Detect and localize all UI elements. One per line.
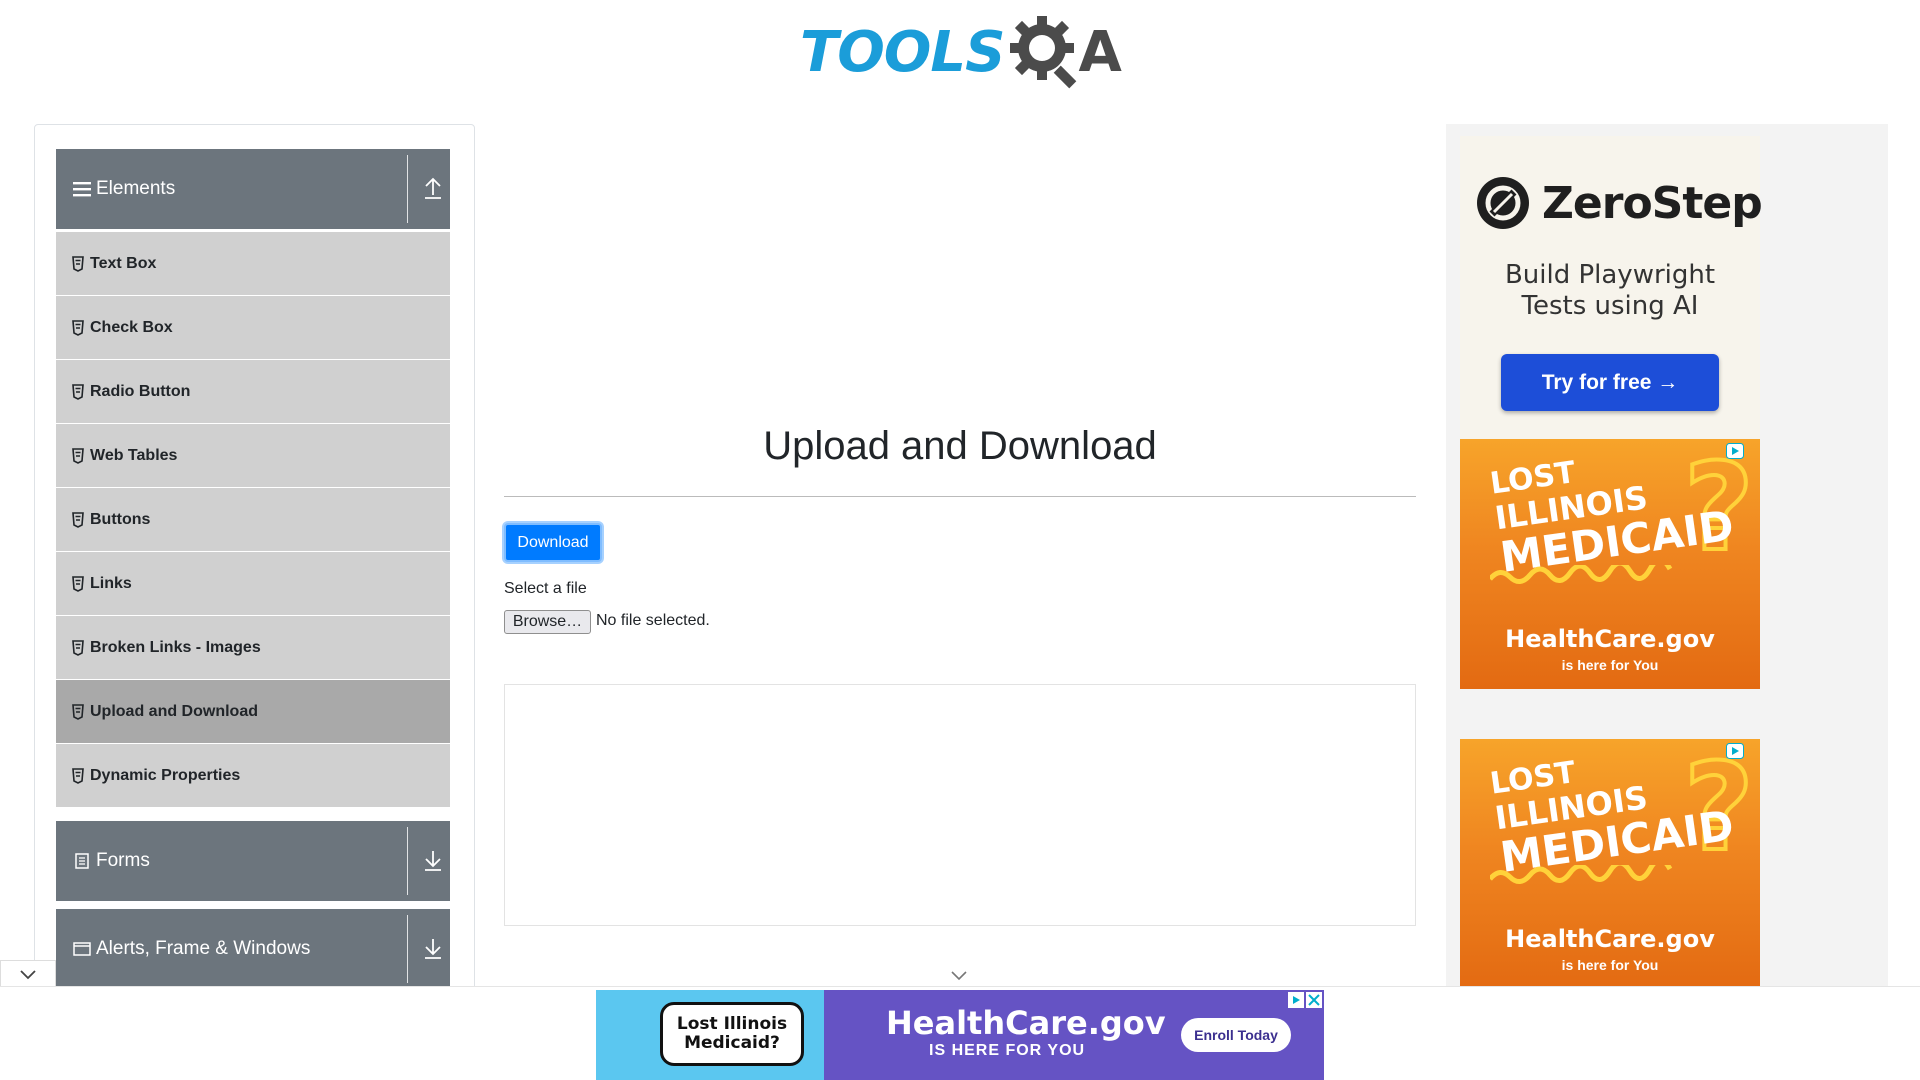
left-panel: Elements Text Box Check Box Radio Button… <box>34 124 475 1004</box>
adchoices-close-icon[interactable] <box>1288 992 1322 1008</box>
speech-bubble: Lost Illinois Medicaid? <box>660 1002 804 1066</box>
html5-icon <box>72 447 84 464</box>
enroll-today-button[interactable]: Enroll Today <box>1181 1018 1291 1052</box>
elements-menu: Text Box Check Box Radio Button Web Tabl… <box>56 231 450 807</box>
menu-item-text-box[interactable]: Text Box <box>56 231 450 295</box>
html5-icon <box>72 575 84 592</box>
divider <box>407 155 408 223</box>
healthcare-sub: is here for You <box>1561 957 1659 973</box>
title-divider <box>504 496 1416 497</box>
healthcare-brand: HealthCare.gov <box>1505 925 1715 953</box>
gear-magnifier-icon <box>1010 16 1077 89</box>
select-file-label: Select a file <box>504 580 587 597</box>
zerostep-name: ZeroStep <box>1542 178 1763 229</box>
menu-item-radio-button[interactable]: Radio Button <box>56 359 450 423</box>
menu-item-label: Text Box <box>90 254 157 272</box>
html5-icon <box>72 255 84 272</box>
html5-icon <box>72 383 84 400</box>
zerostep-logo-icon <box>1477 177 1529 229</box>
no-file-status: No file selected. <box>596 612 710 629</box>
html5-icon <box>72 319 84 336</box>
download-button[interactable]: Download <box>504 523 602 562</box>
try-for-free-button[interactable]: Try for free → <box>1501 354 1719 411</box>
html5-icon <box>72 767 84 784</box>
html5-icon <box>72 703 84 720</box>
html5-icon <box>72 511 84 528</box>
ad-placeholder <box>504 684 1416 926</box>
group-title: Forms <box>96 850 150 871</box>
tagline-line-1: Build Playwright <box>1504 260 1716 290</box>
menu-item-dynamic-properties[interactable]: Dynamic Properties <box>56 743 450 807</box>
menu-item-label: Dynamic Properties <box>90 766 241 784</box>
window-icon <box>72 939 92 959</box>
zerostep-ad[interactable]: ZeroStep Build Playwright Tests using AI… <box>1460 136 1763 439</box>
html5-icon <box>72 639 84 656</box>
divider <box>407 915 408 983</box>
menu-item-label: Check Box <box>90 318 173 336</box>
document-icon <box>72 851 92 871</box>
menu-item-label: Radio Button <box>90 382 191 400</box>
squiggle-graphic <box>1490 865 1673 884</box>
menu-item-broken-links[interactable]: Broken Links - Images <box>56 615 450 679</box>
expand-arrow-icon[interactable] <box>422 849 444 873</box>
banner-brand: HealthCare.gov <box>886 1004 1166 1042</box>
menu-item-label: Links <box>90 574 132 592</box>
menu-item-check-box[interactable]: Check Box <box>56 295 450 359</box>
divider <box>407 827 408 895</box>
medicaid-ad-1[interactable]: ? LOST ILLINOIS MEDICAID HealthCare.gov … <box>1460 439 1760 689</box>
browse-button[interactable]: Browse… <box>504 610 591 634</box>
menu-item-label: Web Tables <box>90 446 178 464</box>
menu-item-label: Broken Links - Images <box>90 638 261 656</box>
page-title: Upload and Download <box>763 424 1157 468</box>
menu-item-label: Buttons <box>90 510 151 528</box>
chevron-down-icon[interactable] <box>950 970 968 982</box>
menu-item-label: Upload and Download <box>90 702 258 720</box>
healthcare-brand: HealthCare.gov <box>1505 625 1715 653</box>
chevron-down-icon <box>20 969 36 979</box>
group-title: Elements <box>96 178 176 199</box>
expand-arrow-icon[interactable] <box>422 937 444 961</box>
logo-suffix: A <box>1078 19 1122 85</box>
group-header-alerts[interactable]: Alerts, Frame & Windows <box>56 909 450 989</box>
collapse-arrow-icon[interactable] <box>422 177 444 201</box>
group-title: Alerts, Frame & Windows <box>96 938 311 959</box>
menu-item-buttons[interactable]: Buttons <box>56 487 450 551</box>
healthcare-banner-ad[interactable]: Lost Illinois Medicaid? HealthCare.gov I… <box>596 990 1324 1080</box>
collapse-ad-button[interactable] <box>0 960 56 988</box>
group-header-forms[interactable]: Forms <box>56 821 450 901</box>
healthcare-sub: is here for You <box>1561 657 1659 673</box>
banner-sub: IS HERE FOR YOU <box>929 1042 1086 1059</box>
menu-item-web-tables[interactable]: Web Tables <box>56 423 450 487</box>
logo-text: TOOLS <box>800 19 1005 85</box>
medicaid-ad-2[interactable]: ? LOST ILLINOIS MEDICAID HealthCare.gov … <box>1460 739 1760 989</box>
group-header-elements[interactable]: Elements <box>56 149 450 229</box>
toolsqa-logo[interactable]: TOOLS A <box>800 14 1125 90</box>
menu-item-links[interactable]: Links <box>56 551 450 615</box>
menu-item-upload-download[interactable]: Upload and Download <box>56 679 450 743</box>
zerostep-tagline: Build Playwright Tests using AI <box>1460 260 1760 322</box>
header: TOOLS A <box>0 0 1920 100</box>
tagline-line-2: Tests using AI <box>1521 291 1699 321</box>
hamburger-icon <box>72 179 92 199</box>
squiggle-graphic <box>1490 565 1673 584</box>
